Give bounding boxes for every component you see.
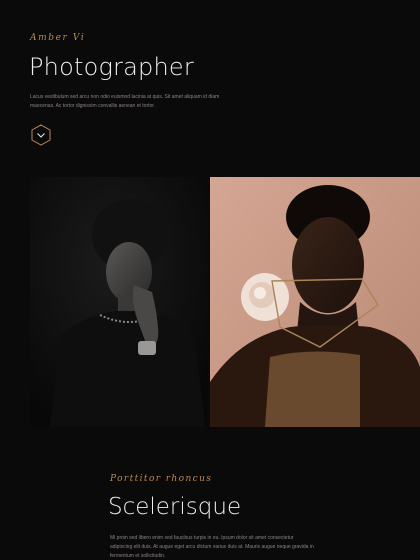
hero-description: Lacus vestibulum sed arcu non odio euism… <box>30 94 220 109</box>
chevron-down-icon <box>31 124 51 146</box>
page-title: Photographer <box>29 53 194 81</box>
hero-script-subtitle: Amber Vi <box>30 33 86 43</box>
scroll-down-button[interactable] <box>31 124 51 146</box>
section-description: Mi proin sed libero enim sed faucibus tu… <box>110 535 314 559</box>
portrait-photo-right <box>210 177 420 427</box>
portrait-photo-left <box>30 177 208 427</box>
section-title: Scelerisque <box>108 494 242 520</box>
section-script-subtitle: Porttitor rhoncus <box>110 474 213 484</box>
